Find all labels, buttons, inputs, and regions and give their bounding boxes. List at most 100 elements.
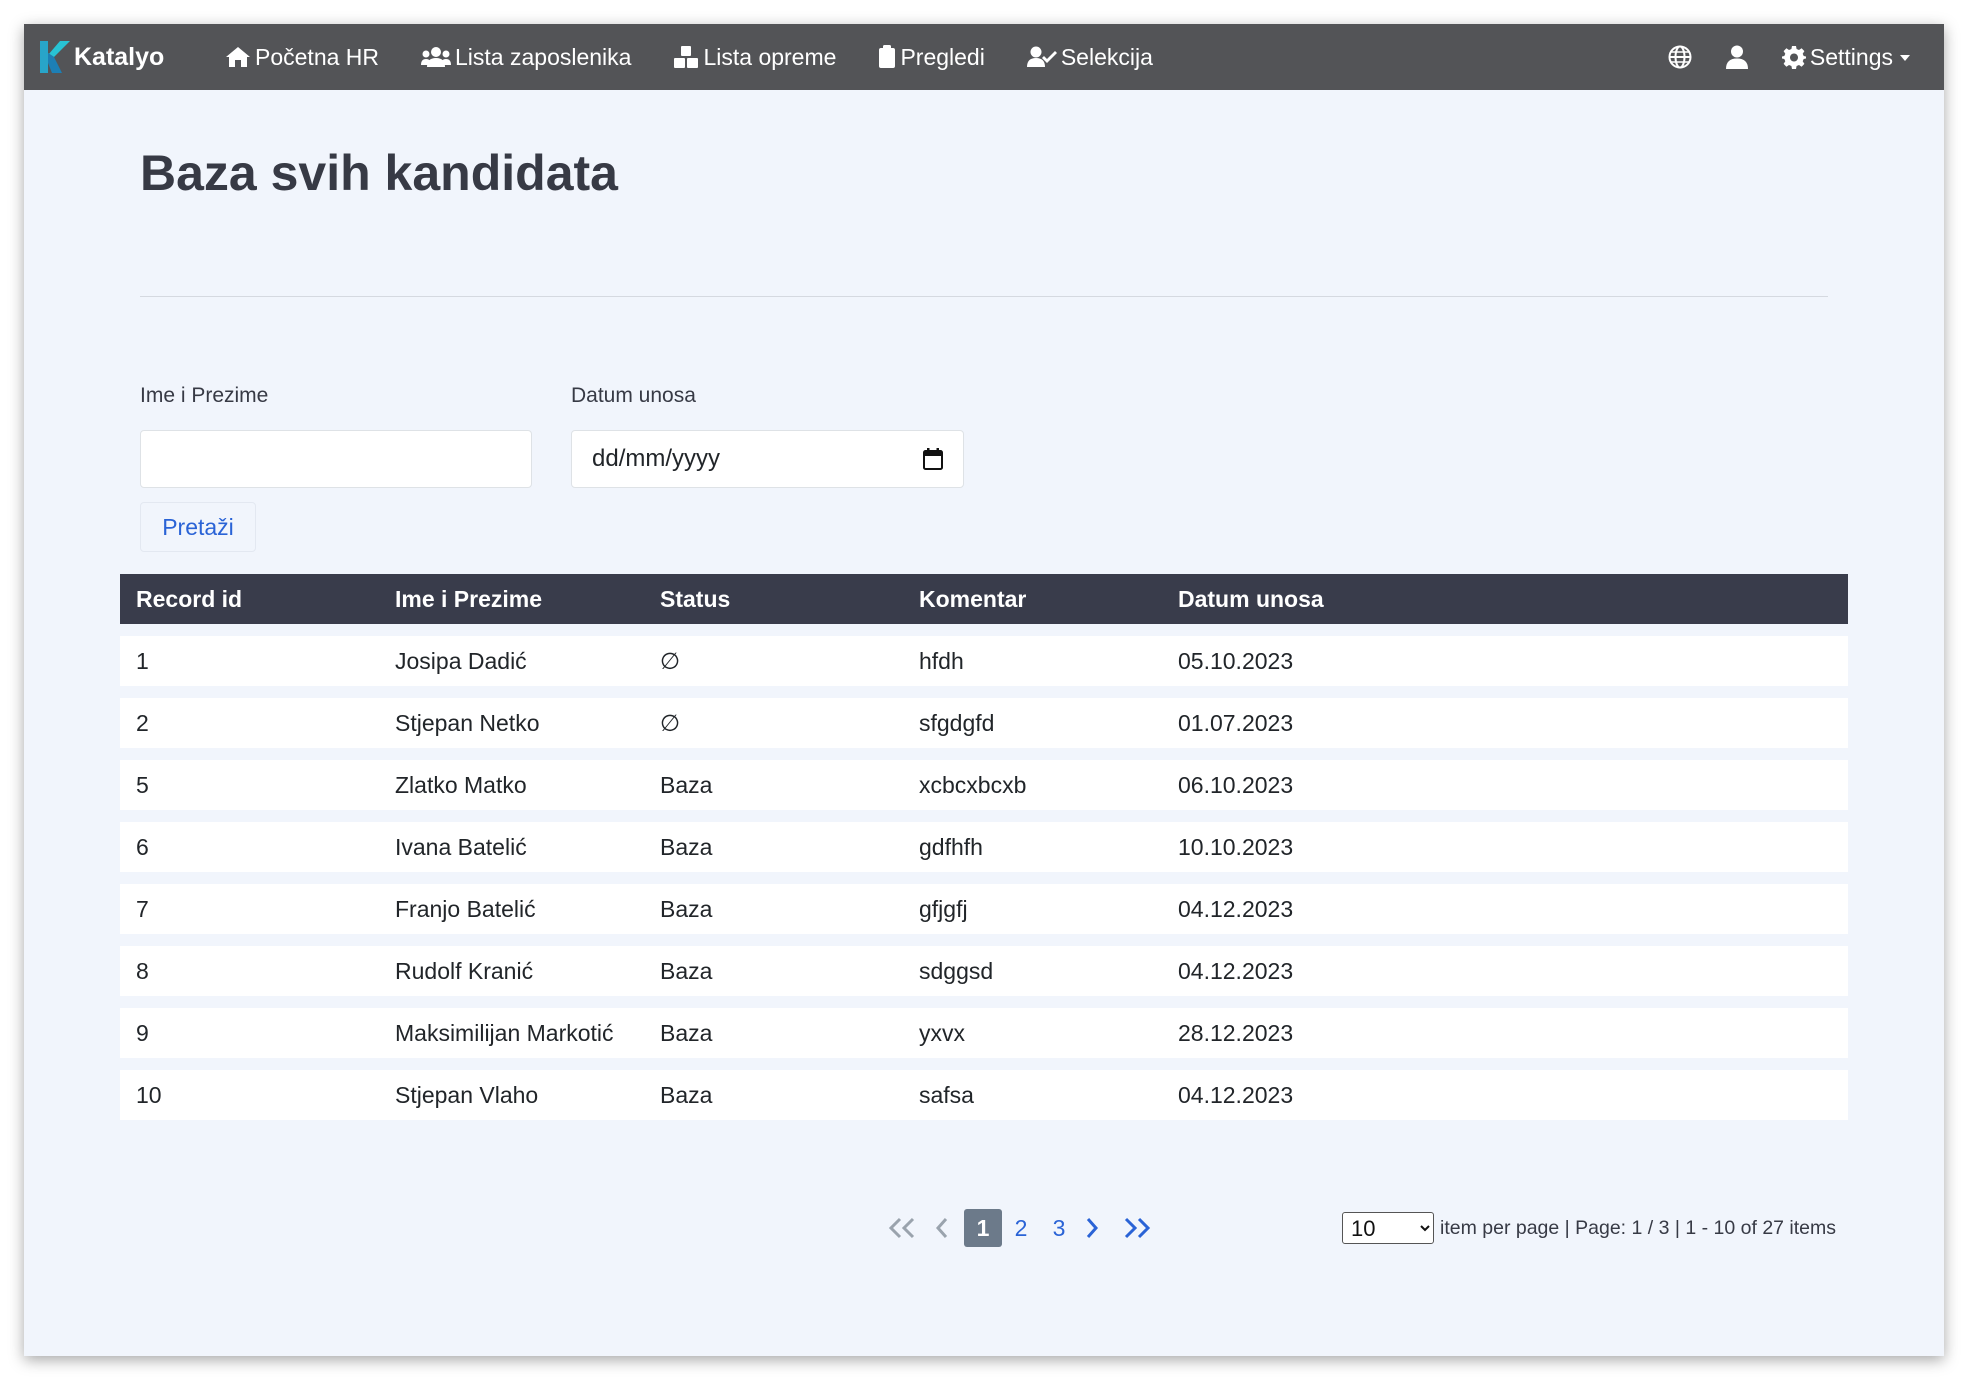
cell-record-id: 9	[136, 1019, 149, 1046]
nav-item-pocetna-hr[interactable]: Početna HR	[225, 44, 379, 71]
previous-page-button[interactable]	[928, 1209, 956, 1247]
pagination: 1 2 3	[884, 1208, 1158, 1248]
nav-item-label: Pregledi	[900, 43, 985, 70]
table-row[interactable]: 2 Stjepan Netko ∅ sfgdgfd 01.07.2023	[120, 698, 1848, 748]
top-navbar: Katalyo Početna HR Lista zaposlenika Lis…	[24, 24, 1944, 90]
double-chevron-right-icon	[1124, 1217, 1151, 1239]
cell-name: Josipa Dadić	[395, 647, 527, 674]
nav-links: Početna HR Lista zaposlenika Lista oprem…	[213, 44, 1183, 71]
calendar-icon[interactable]	[923, 448, 943, 470]
cell-status: Baza	[660, 1019, 713, 1046]
date-filter-input[interactable]: dd/mm/yyyy	[571, 430, 964, 488]
cell-date: 04.12.2023	[1178, 1081, 1294, 1108]
last-page-button[interactable]	[1118, 1209, 1158, 1247]
column-header-datum-unosa[interactable]: Datum unosa	[1162, 586, 1848, 613]
gear-icon	[1781, 46, 1806, 69]
cell-status: Baza	[660, 895, 713, 922]
language-button[interactable]	[1668, 45, 1692, 69]
page-3-button[interactable]: 3	[1040, 1209, 1078, 1247]
cell-comment: xcbcxbcxb	[919, 771, 1027, 798]
search-button[interactable]: Pretaži	[140, 502, 256, 552]
double-chevron-left-icon	[888, 1217, 915, 1239]
column-header-record-id[interactable]: Record id	[120, 586, 379, 613]
user-icon	[1725, 45, 1748, 69]
user-check-icon	[1026, 46, 1057, 67]
nav-item-lista-opreme[interactable]: Lista opreme	[673, 44, 836, 71]
cell-date: 04.12.2023	[1178, 895, 1294, 922]
page-2-button[interactable]: 2	[1002, 1209, 1040, 1247]
chevron-right-icon	[1086, 1218, 1099, 1238]
cell-record-id: 2	[136, 709, 149, 736]
cell-date: 06.10.2023	[1178, 771, 1294, 798]
cell-comment: gfjgfj	[919, 895, 968, 922]
brand[interactable]: Katalyo	[38, 39, 213, 75]
settings-label: Settings	[1809, 43, 1893, 70]
cell-comment: hfdh	[919, 647, 964, 674]
cell-status: ∅	[660, 647, 681, 674]
table-row[interactable]: 9 Maksimilijan Markotić Baza yxvx 28.12.…	[120, 1008, 1848, 1058]
nav-item-label: Početna HR	[255, 43, 380, 70]
date-filter-label: Datum unosa	[571, 384, 696, 407]
table-row[interactable]: 6 Ivana Batelić Baza gdfhfh 10.10.2023	[120, 822, 1848, 872]
settings-dropdown[interactable]: Settings	[1781, 43, 1910, 71]
cell-record-id: 5	[136, 771, 149, 798]
katalyo-logo-icon	[40, 41, 70, 73]
nav-item-label: Selekcija	[1060, 43, 1153, 70]
next-page-button[interactable]	[1078, 1209, 1106, 1247]
first-page-button[interactable]	[884, 1209, 920, 1247]
clipboard-icon	[879, 45, 896, 68]
cell-name: Maksimilijan Markotić	[395, 1019, 614, 1046]
cell-status: Baza	[660, 833, 713, 860]
name-filter-label: Ime i Prezime	[140, 384, 269, 407]
users-icon	[421, 47, 452, 67]
page-title: Baza svih kandidata	[140, 145, 618, 201]
nav-item-pregledi[interactable]: Pregledi	[878, 43, 985, 71]
cell-name: Franjo Batelić	[395, 895, 536, 922]
table-row[interactable]: 8 Rudolf Kranić Baza sdggsd 04.12.2023	[120, 946, 1848, 996]
column-header-komentar[interactable]: Komentar	[903, 586, 1162, 613]
cell-record-id: 10	[136, 1081, 162, 1108]
cell-comment: sfgdgfd	[919, 709, 995, 736]
nav-item-selekcija[interactable]: Selekcija	[1026, 43, 1153, 71]
brand-name: Katalyo	[74, 42, 165, 71]
chevron-left-icon	[935, 1218, 948, 1238]
table-row[interactable]: 7 Franjo Batelić Baza gfjgfj 04.12.2023	[120, 884, 1848, 934]
pagination-info: item per page | Page: 1 / 3 | 1 - 10 of …	[1440, 1216, 1837, 1239]
cell-date: 10.10.2023	[1178, 833, 1294, 860]
cell-date: 28.12.2023	[1178, 1019, 1294, 1046]
cell-comment: safsa	[919, 1081, 974, 1108]
home-icon	[226, 47, 250, 67]
cell-record-id: 8	[136, 957, 149, 984]
cell-status: Baza	[660, 771, 713, 798]
date-filter-placeholder: dd/mm/yyyy	[592, 445, 721, 472]
cell-status: Baza	[660, 1081, 713, 1108]
table-row[interactable]: 10 Stjepan Vlaho Baza safsa 04.12.2023	[120, 1070, 1848, 1120]
table-row[interactable]: 1 Josipa Dadić ∅ hfdh 05.10.2023	[120, 636, 1848, 686]
nav-item-label: Lista zaposlenika	[455, 43, 632, 70]
cell-date: 05.10.2023	[1178, 647, 1294, 674]
boxes-icon	[674, 46, 699, 68]
nav-item-label: Lista opreme	[703, 43, 837, 70]
column-header-status[interactable]: Status	[644, 586, 903, 613]
cell-record-id: 6	[136, 833, 149, 860]
table-row[interactable]: 5 Zlatko Matko Baza xcbcxbcxb 06.10.2023	[120, 760, 1848, 810]
cell-name: Stjepan Vlaho	[395, 1081, 539, 1108]
cell-name: Stjepan Netko	[395, 709, 540, 736]
candidates-table: Record id Ime i Prezime Status Komentar …	[120, 574, 1848, 1120]
globe-icon	[1668, 45, 1692, 69]
cell-name: Ivana Batelić	[395, 833, 527, 860]
column-header-ime-prezime[interactable]: Ime i Prezime	[379, 586, 644, 613]
page-1-button[interactable]: 1	[964, 1209, 1002, 1247]
cell-record-id: 1	[136, 647, 149, 674]
nav-item-lista-zaposlenika[interactable]: Lista zaposlenika	[421, 44, 631, 71]
cell-name: Rudolf Kranić	[395, 957, 534, 984]
user-menu-button[interactable]	[1725, 45, 1748, 69]
cell-comment: gdfhfh	[919, 833, 983, 860]
page-size-select[interactable]: 10	[1342, 1212, 1434, 1244]
nav-right: Settings	[1634, 44, 1910, 71]
cell-status: Baza	[660, 957, 713, 984]
cell-status: ∅	[660, 709, 681, 736]
name-filter-input[interactable]	[140, 430, 532, 488]
cell-name: Zlatko Matko	[395, 771, 527, 798]
cell-comment: yxvx	[919, 1019, 965, 1046]
